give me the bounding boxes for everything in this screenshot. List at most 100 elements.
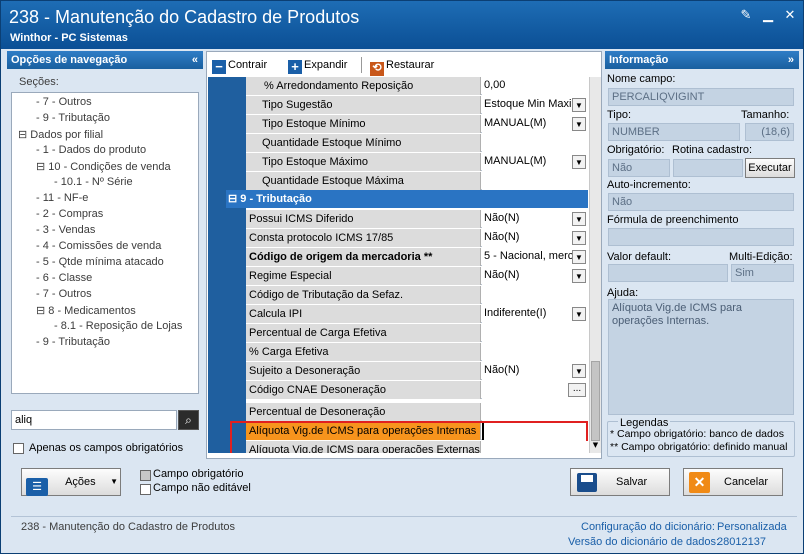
grid-row[interactable]: Alíquota Vig.de ICMS para operações Inte… <box>246 422 588 440</box>
dropdown-arrow-icon[interactable]: ▼ <box>572 250 586 264</box>
lookup-button[interactable]: ... <box>568 383 586 397</box>
window-subtitle: Winthor - PC Sistemas <box>10 32 128 44</box>
grid-row[interactable]: Código de Tributação da Sefaz. <box>246 286 588 304</box>
dropdown-arrow-icon[interactable]: ▼ <box>572 98 586 112</box>
grid-row-value[interactable]: Não(N) ▼ <box>482 362 588 380</box>
search-input[interactable] <box>11 410 177 430</box>
collapse-button[interactable]: − Contrair <box>212 56 267 74</box>
search-button[interactable]: ⌕ <box>178 410 199 430</box>
scroll-down-icon[interactable]: ▼ <box>590 441 601 451</box>
tree-item[interactable]: ⊟ 8 - Medicamentos <box>36 304 136 317</box>
minimize-button[interactable]: ▁ <box>761 9 775 23</box>
tree-item[interactable]: - 10.1 - Nº Série <box>54 176 133 188</box>
grid-row[interactable]: Quantidade Estoque Mínimo <box>246 134 588 152</box>
required-label: Obrigatório: <box>607 144 665 156</box>
grid-row-value[interactable] <box>482 441 588 453</box>
tree-item[interactable]: - 1 - Dados do produto <box>36 144 146 156</box>
grid-row-value[interactable] <box>482 286 588 304</box>
collapse-panel-icon[interactable]: « <box>192 51 198 69</box>
tree-item[interactable]: - 9 - Tributação <box>36 336 110 348</box>
grid-row-value-text: Não(N) <box>484 364 520 376</box>
grid-row[interactable]: Código CNAE Desoneração... <box>246 381 588 399</box>
grid-row-value[interactable] <box>482 134 588 152</box>
tree-item[interactable]: - 7 - Outros <box>36 96 92 108</box>
grid-row-value[interactable]: ... <box>482 381 588 399</box>
grid-row-label: Código CNAE Desoneração <box>246 381 481 399</box>
tree-item[interactable]: - 4 - Comissões de venda <box>36 240 161 252</box>
restore-button[interactable]: ⟲ Restaurar <box>370 56 434 76</box>
grid-row-value[interactable] <box>482 324 588 342</box>
tree-item[interactable]: - 9 - Tributação <box>36 112 110 124</box>
grid-row[interactable]: Quantidade Estoque Máxima <box>246 172 588 190</box>
help-label: Ajuda: <box>607 287 639 299</box>
dropdown-arrow-icon[interactable]: ▼ <box>572 231 586 245</box>
grid-row[interactable]: Sujeito a Desoneração Não(N) ▼ <box>246 362 588 380</box>
actions-dropdown-icon[interactable]: ▼ <box>110 469 118 495</box>
grid-row[interactable]: Percentual de Carga Efetiva <box>246 324 588 342</box>
section-header[interactable]: ⊟ 9 - Tributação <box>226 190 588 208</box>
tree-item[interactable]: ⊟ 10 - Condições de venda <box>36 160 171 173</box>
expand-panel-icon[interactable]: » <box>788 51 794 69</box>
grid-scrollbar[interactable]: ▼ <box>589 77 601 453</box>
grid-row-label: Alíquota Vig.de ICMS para operações Exte… <box>246 441 481 453</box>
dropdown-arrow-icon[interactable]: ▼ <box>572 117 586 131</box>
actions-button[interactable]: ☰ Ações ▼ <box>21 468 121 496</box>
grid-row[interactable]: Regime Especial Não(N) ▼ <box>246 267 588 285</box>
grid-row-value[interactable]: Não(N) ▼ <box>482 267 588 285</box>
scrollbar-thumb[interactable] <box>591 361 600 441</box>
dropdown-arrow-icon[interactable]: ▼ <box>572 364 586 378</box>
tree-item[interactable]: - 11 - NF-e <box>36 192 88 204</box>
tree-item[interactable]: - 8.1 - Reposição de Lojas <box>54 320 182 332</box>
dropdown-arrow-icon[interactable]: ▼ <box>572 307 586 321</box>
grid-row[interactable]: Consta protocolo ICMS 17/85 Não(N) ▼ <box>246 229 588 247</box>
tree-item[interactable]: - 3 - Vendas <box>36 224 95 236</box>
grid-row-value[interactable]: 5 - Nacional, merc ▼ <box>482 248 588 266</box>
edit-icon[interactable]: ✎ <box>739 9 753 23</box>
grid-row-value[interactable]: MANUAL(M) ▼ <box>482 115 588 133</box>
expand-button[interactable]: + Expandir <box>288 56 347 74</box>
grid-row-label: Tipo Estoque Máximo <box>246 153 481 171</box>
grid-row[interactable]: Tipo Sugestão Estoque Min Maxi ▼ <box>246 96 588 114</box>
grid-row-value-text: Não(N) <box>484 269 520 281</box>
type-label: Tipo: <box>607 109 632 121</box>
tree-item[interactable]: - 2 - Compras <box>36 208 103 220</box>
grid-row-value[interactable] <box>482 172 588 190</box>
grid-row[interactable]: Tipo Estoque Máximo MANUAL(M) ▼ <box>246 153 588 171</box>
tree-item[interactable]: - 6 - Classe <box>36 272 92 284</box>
tree-item[interactable]: - 7 - Outros <box>36 288 92 300</box>
dropdown-arrow-icon[interactable]: ▼ <box>572 269 586 283</box>
grid-row-value[interactable] <box>482 343 588 361</box>
execute-button[interactable]: Executar <box>745 158 795 178</box>
info-header: Informação » <box>605 51 799 69</box>
grid-row-value[interactable] <box>482 422 588 440</box>
sections-tree[interactable]: - 7 - Outros - 9 - Tributação ⊟ Dados por … <box>11 92 199 394</box>
grid-row-value[interactable]: 0,00 <box>482 77 588 95</box>
cancel-button[interactable]: ✕ Cancelar <box>683 468 783 496</box>
grid-row[interactable]: % Arredondamento Reposição 0,00 <box>246 77 588 95</box>
save-icon <box>577 473 597 492</box>
dropdown-arrow-icon[interactable]: ▼ <box>572 155 586 169</box>
grid-row-value-text: Não(N) <box>484 231 520 243</box>
grid-row[interactable]: Tipo Estoque Mínimo MANUAL(M) ▼ <box>246 115 588 133</box>
grid-row-value[interactable]: Não(N) ▼ <box>482 229 588 247</box>
grid-row-value[interactable]: Indiferente(I) ▼ <box>482 305 588 323</box>
grid-row-value[interactable] <box>482 403 588 421</box>
save-button[interactable]: Salvar <box>570 468 670 496</box>
dropdown-arrow-icon[interactable]: ▼ <box>572 212 586 226</box>
tree-item[interactable]: - 5 - Qtde mínima atacado <box>36 256 164 268</box>
grid-row-value[interactable]: MANUAL(M) ▼ <box>482 153 588 171</box>
grid-row[interactable]: Alíquota Vig.de ICMS para operações Exte… <box>246 441 588 453</box>
tree-item[interactable]: ⊟ Dados por filial <box>18 128 103 141</box>
grid-row[interactable]: Possui ICMS Diferido Não(N) ▼ <box>246 210 588 228</box>
section-collapse-icon[interactable]: ⊟ <box>228 193 240 205</box>
only-required-checkbox[interactable] <box>13 443 24 454</box>
grid-row[interactable]: Calcula IPI Indiferente(I) ▼ <box>246 305 588 323</box>
grid-row[interactable]: Percentual de Desoneração <box>246 403 588 421</box>
grid-row-value[interactable]: Estoque Min Maxi ▼ <box>482 96 588 114</box>
grid-row[interactable]: % Carga Efetiva <box>246 343 588 361</box>
close-button[interactable]: ✕ <box>783 9 797 23</box>
grid-row-value[interactable]: Não(N) ▼ <box>482 210 588 228</box>
grid-row-label: Sujeito a Desoneração <box>246 362 481 380</box>
grid-row-value-text: MANUAL(M) <box>484 117 547 129</box>
grid-row[interactable]: Código de origem da mercadoria ** 5 - Nac… <box>246 248 588 266</box>
